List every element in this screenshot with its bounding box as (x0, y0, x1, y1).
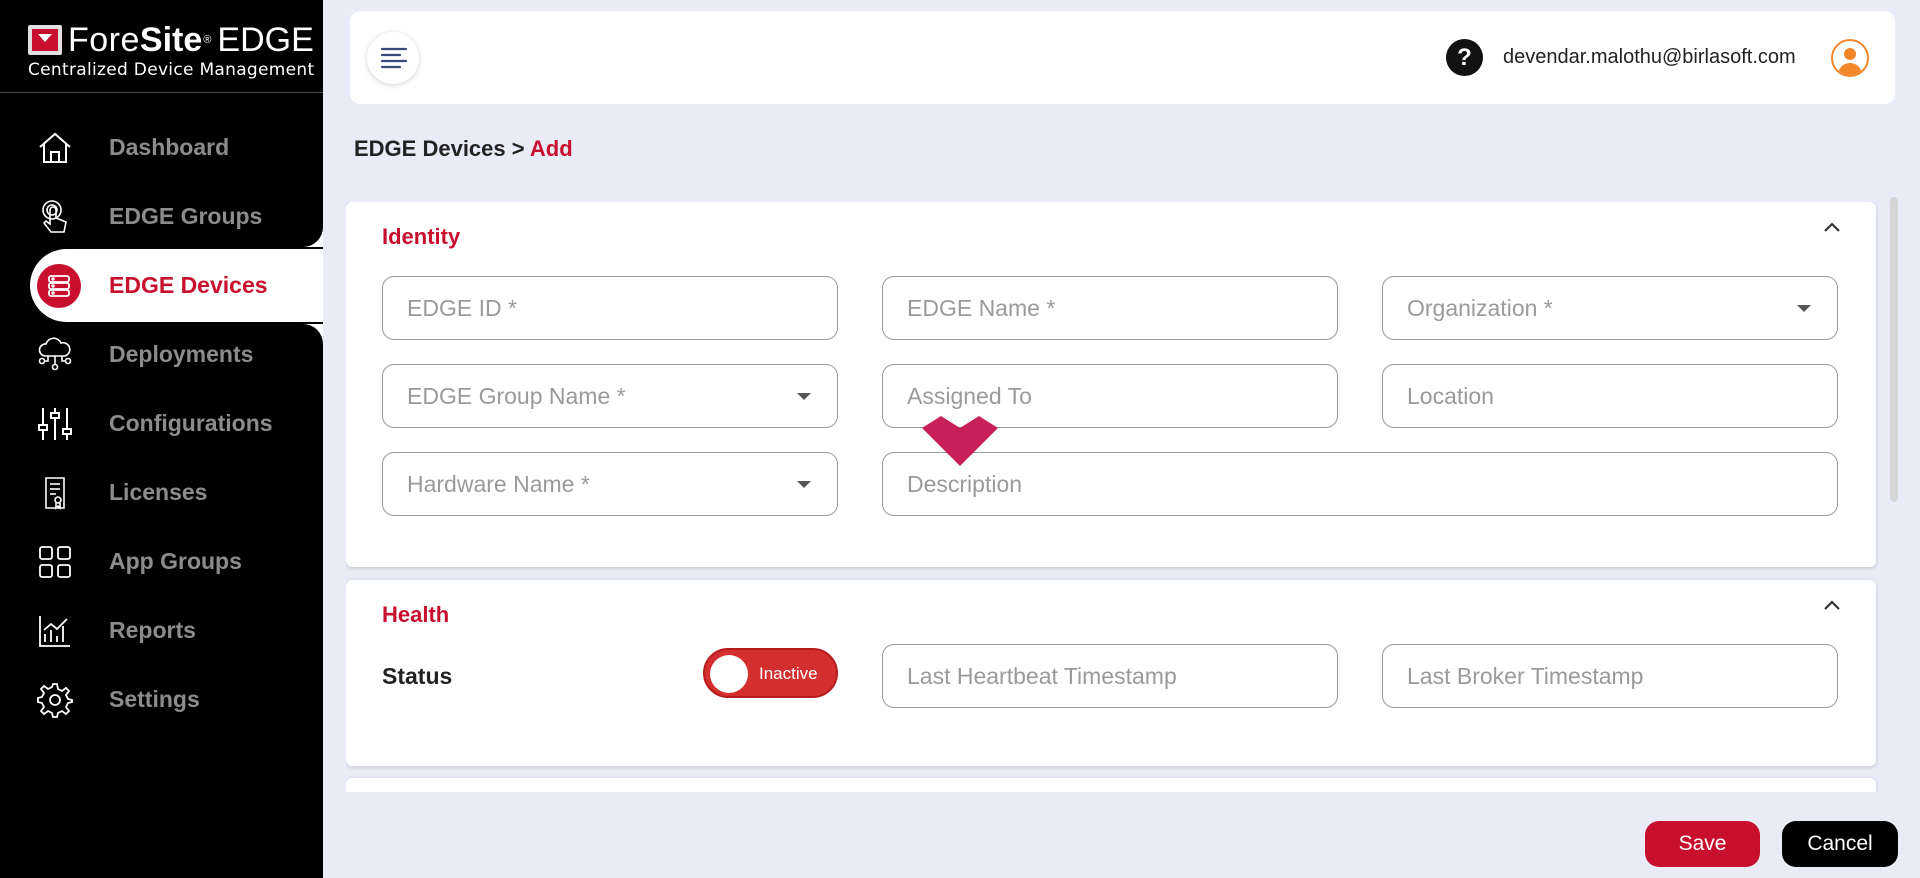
chart-icon (39, 615, 70, 647)
description-field[interactable] (882, 452, 1838, 516)
sidebar-item-label: EDGE Groups (109, 203, 263, 229)
sidebar-item-label: Configurations (109, 410, 273, 436)
sidebar-item-label: Reports (109, 617, 196, 643)
sidebar-item-reports[interactable]: Reports (0, 596, 323, 665)
sidebar-item-app-groups[interactable]: App Groups (0, 527, 323, 596)
health-card: Health Status Inactive (346, 580, 1876, 766)
edge-group-name-input[interactable] (383, 365, 837, 427)
last-heartbeat-field[interactable] (882, 644, 1338, 708)
sidebar-item-label: Licenses (109, 479, 208, 505)
brand-mark-icon (28, 25, 62, 55)
collapse-health-icon[interactable] (1820, 594, 1844, 618)
cancel-button[interactable]: Cancel (1782, 821, 1898, 867)
breadcrumb-separator: > (505, 136, 530, 161)
location-field[interactable] (1382, 364, 1838, 428)
collapse-identity-icon[interactable] (1820, 216, 1844, 240)
heart-marker-icon (922, 416, 998, 466)
sidebar-item-licenses[interactable]: Licenses (0, 458, 323, 527)
touch-icon (42, 199, 67, 233)
edge-group-name-select[interactable] (382, 364, 838, 428)
top-header: ? devendar.malothu@birlasoft.com (350, 11, 1895, 104)
sidebar-item-label: EDGE Devices (109, 272, 268, 298)
breadcrumb-current: Add (529, 136, 573, 161)
cloud-network-icon (38, 336, 72, 370)
save-button[interactable]: Save (1645, 821, 1760, 867)
brand-reg: ® (203, 34, 212, 46)
menu-icon (380, 47, 408, 69)
sidebar-item-label: App Groups (109, 548, 242, 574)
status-toggle[interactable]: Inactive (703, 648, 838, 698)
brand-subtitle: Centralized Device Management (28, 60, 315, 80)
hardware-name-input[interactable] (383, 453, 837, 515)
organization-input[interactable] (1383, 277, 1837, 339)
edge-id-input[interactable] (383, 277, 837, 339)
sidebar-item-edge-groups[interactable]: EDGE Groups (0, 182, 323, 251)
grid-icon (39, 545, 71, 578)
brand-site: Site (139, 20, 203, 59)
location-input[interactable] (1383, 365, 1837, 427)
last-broker-input[interactable] (1383, 645, 1837, 707)
server-icon (48, 274, 70, 297)
home-icon (39, 132, 71, 163)
breadcrumb-parent[interactable]: EDGE Devices (354, 136, 506, 161)
identity-card: Identity (346, 202, 1876, 567)
user-email: devendar.malothu@birlasoft.com (1503, 46, 1796, 68)
sidebar-item-deployments[interactable]: Deployments (0, 320, 323, 389)
sidebar-divider (0, 92, 323, 93)
edge-id-field[interactable] (382, 276, 838, 340)
certificate-icon (45, 476, 65, 510)
user-icon (1838, 48, 1862, 75)
sidebar-item-settings[interactable]: Settings (0, 665, 323, 734)
toggle-knob (710, 655, 748, 693)
avatar[interactable] (1831, 39, 1869, 77)
sidebar-item-label: Settings (109, 686, 200, 712)
next-card (346, 778, 1876, 792)
brand-fore: Fore (68, 20, 140, 59)
organization-select[interactable] (1382, 276, 1838, 340)
sidebar-item-label: Dashboard (109, 134, 230, 160)
app-logo: Fore Site ® EDGE Centralized Device Managem… (28, 20, 315, 80)
last-heartbeat-input[interactable] (883, 645, 1337, 707)
health-title: Health (382, 602, 450, 627)
status-toggle-text: Inactive (759, 664, 818, 683)
last-broker-field[interactable] (1382, 644, 1838, 708)
edge-name-field[interactable] (882, 276, 1338, 340)
help-icon[interactable]: ? (1446, 39, 1483, 76)
sidebar-nav: Dashboard EDGE Groups EDGE Devices Deplo… (0, 113, 323, 734)
gear-icon (37, 682, 73, 718)
sliders-icon (38, 407, 72, 440)
sidebar-item-edge-devices[interactable]: EDGE Devices (0, 211, 323, 360)
sidebar-item-label: Deployments (109, 341, 254, 367)
sidebar: Fore Site ® EDGE Centralized Device Managem… (0, 0, 323, 878)
menu-toggle-button[interactable] (367, 32, 419, 84)
form-scroll-area: Identity Health (346, 202, 1878, 792)
hardware-name-select[interactable] (382, 452, 838, 516)
status-label: Status (382, 663, 453, 689)
description-input[interactable] (883, 453, 1837, 515)
brand-edge: EDGE (217, 20, 314, 59)
sidebar-item-dashboard[interactable]: Dashboard (0, 113, 323, 182)
identity-title: Identity (382, 224, 461, 249)
sidebar-item-configurations[interactable]: Configurations (0, 389, 323, 458)
form-scrollbar[interactable] (1890, 197, 1898, 502)
edge-name-input[interactable] (883, 277, 1337, 339)
breadcrumb: EDGE Devices > Add (354, 136, 573, 162)
